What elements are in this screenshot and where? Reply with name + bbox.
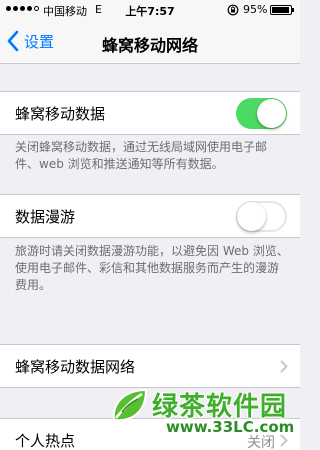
watermark-url: www.33LC.com <box>166 418 295 436</box>
toggle-knob <box>257 99 286 128</box>
battery-fill <box>272 7 290 13</box>
status-bar: 中国移动 E 上午7:57 95% <box>0 0 300 20</box>
data-roaming-description: 旅游时请关闭数据漫游功能，以避免因 Web 浏览、使用电子邮件、彩信和其他数据服… <box>15 244 289 292</box>
toggle-knob <box>237 202 266 231</box>
cellular-data-toggle[interactable] <box>236 98 287 129</box>
data-roaming-toggle[interactable] <box>236 201 287 232</box>
chevron-right-icon <box>280 360 288 373</box>
cellular-data-network-row[interactable]: 蜂窝移动数据网络 <box>0 344 300 388</box>
cellular-data-network-label: 蜂窝移动数据网络 <box>15 358 136 376</box>
data-roaming-label: 数据漫游 <box>15 208 76 226</box>
watermark: 绿茶软件园 www.33LC.com <box>108 384 300 450</box>
cellular-data-description: 关闭蜂窝移动数据，通过无线局域网使用电子邮件、web 浏览和推送通知等所有数据。 <box>15 140 268 171</box>
battery-icon <box>270 5 294 15</box>
navigation-bar: 设置 蜂窝移动网络 <box>0 20 300 64</box>
personal-hotspot-label: 个人热点 <box>15 432 76 450</box>
cellular-data-row: 蜂窝移动数据 <box>0 91 300 135</box>
page-title: 蜂窝移动网络 <box>101 36 198 55</box>
leaf-logo-icon <box>112 388 148 422</box>
cellular-data-label: 蜂窝移动数据 <box>15 105 106 123</box>
data-roaming-row: 数据漫游 <box>0 194 300 238</box>
battery-percentage: 95% <box>243 3 268 16</box>
rotation-lock-icon <box>227 4 239 16</box>
